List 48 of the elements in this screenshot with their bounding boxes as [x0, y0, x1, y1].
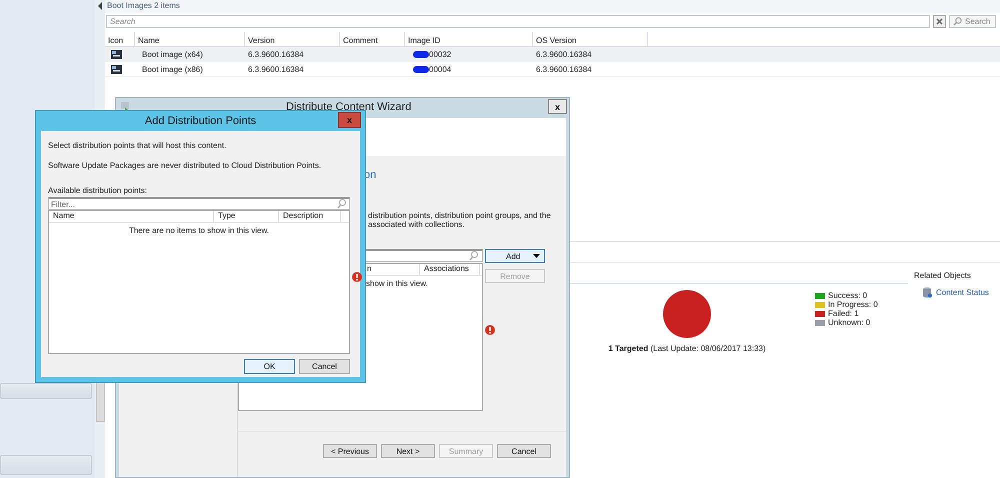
close-button[interactable]: x [338, 112, 361, 128]
window-title: Distribute Content Wizard [286, 101, 412, 113]
column-header[interactable]: Type [214, 211, 279, 222]
column-header[interactable]: OS Version [533, 32, 648, 46]
dialog-title: Add Distribution Points [144, 114, 256, 127]
column-header[interactable]: Icon [105, 32, 135, 46]
column-header[interactable]: Associations [420, 264, 480, 275]
note-text: Software Update Packages are never distributed to Cloud Distribution Points. [48, 161, 322, 171]
legend-label: Unknown: 0 [828, 318, 870, 327]
table-cell: 00032 [429, 50, 452, 58]
list-title: Boot Images 2 items [105, 0, 1000, 13]
column-header[interactable]: Description [279, 211, 341, 222]
column-header[interactable]: Comment [340, 32, 405, 46]
description-text: associated with collections. [368, 220, 466, 229]
table-cell: 6.3.9600.16384 [536, 64, 592, 74]
wizard-button[interactable]: < Previous [323, 444, 377, 458]
dialog-button[interactable]: OK [244, 359, 295, 374]
table-cell: 6.3.9600.16384 [536, 50, 592, 58]
legend-label: Success: 0 [828, 291, 868, 300]
wizard-button[interactable]: Cancel [497, 444, 551, 458]
close-button[interactable]: x [548, 99, 567, 114]
dialog-button[interactable]: Cancel [299, 359, 350, 374]
table-cell: 6.3.9600.16384 [248, 64, 304, 74]
wizard-button[interactable]: Next > [381, 444, 435, 458]
summary-text: 1 Targeted (Last Update: 08/06/2017 13:33) [608, 344, 766, 353]
field-label: Available distribution points: [48, 186, 148, 196]
description-text: distribution points, distribution point groups, and the [368, 211, 552, 220]
column-header[interactable]: Image ID [405, 32, 533, 46]
instruction-text: Select distribution points that will host this content. [48, 141, 228, 151]
table-cell-text: Boot image (x86) [141, 64, 203, 74]
table-row[interactable]: Boot image (x64) 6.3.9600.16384 00032 6.3.9600.16384 [105, 47, 1000, 62]
table-cell: 6.3.9600.16384 [248, 50, 304, 58]
empty-message: There are no items to show in this view. [128, 226, 270, 235]
search-field[interactable]: Search [106, 15, 930, 28]
list-view[interactable]: Name Type Description There are no items to show in this view. [48, 210, 350, 354]
table-cell-text: Boot image (x64) [141, 50, 203, 58]
related-objects-title: Related Objects [914, 271, 972, 280]
filter-field[interactable]: Filter... [48, 197, 350, 210]
empty-message: show in this view. [366, 279, 429, 288]
add-button[interactable]: Add [485, 249, 545, 263]
column-header[interactable]: Name [135, 32, 245, 46]
legend-label: In Progress: 0 [828, 300, 878, 309]
legend-label: Failed: 1 [828, 309, 859, 318]
table-cell: 00004 [429, 64, 452, 74]
content-status-link[interactable]: Content Status [936, 288, 989, 297]
column-header[interactable]: Version [245, 32, 340, 46]
column-header[interactable]: Name [49, 211, 214, 222]
table-row[interactable]: Boot image (x86) 6.3.9600.16384 00004 6.3.9600.16384 [105, 62, 1000, 77]
